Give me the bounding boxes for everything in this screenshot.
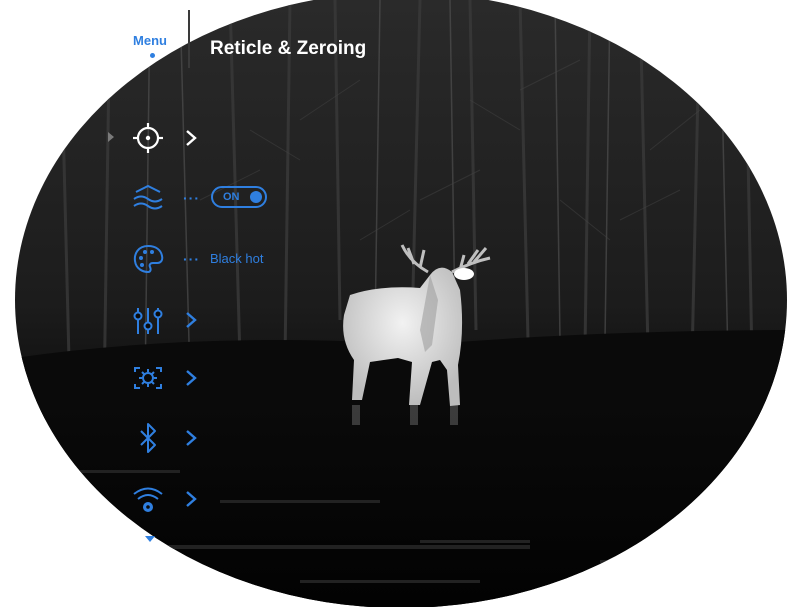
toggle-knob <box>250 191 262 203</box>
wifi-settings-icon <box>133 487 163 512</box>
image-smoothing-waves-icon <box>133 184 163 210</box>
chevron-right-icon <box>186 491 197 507</box>
palette-value: Black hot <box>210 251 264 266</box>
menu-item-bluetooth[interactable] <box>100 418 340 458</box>
chevron-right-icon <box>186 430 197 446</box>
more-dots: ··· <box>183 251 200 267</box>
menu-item-image-smoothing[interactable]: ··· ON <box>100 178 340 218</box>
menu-item-reticle[interactable] <box>100 118 340 158</box>
menu-page-indicator <box>127 50 173 60</box>
camera-gear-settings-icon <box>134 367 162 389</box>
selection-indicator <box>108 132 114 142</box>
menu-tab[interactable]: Menu <box>127 34 173 60</box>
scroll-down-indicator[interactable] <box>145 536 155 542</box>
menu-item-image-settings[interactable] <box>100 300 340 340</box>
menu-item-device-settings[interactable] <box>100 358 340 398</box>
page-title: Reticle & Zeroing <box>210 38 367 59</box>
page-dot-active <box>137 51 146 60</box>
page-dot <box>150 53 155 58</box>
menu-item-color-palette[interactable]: ··· Black hot <box>100 239 340 279</box>
header-divider <box>188 10 190 68</box>
reticle-crosshair-icon <box>133 123 163 153</box>
sliders-settings-icon <box>133 308 163 334</box>
menu-label: Menu <box>133 33 167 48</box>
menu-item-wifi[interactable] <box>100 479 340 519</box>
bluetooth-icon <box>140 423 156 453</box>
toggle-state-label: ON <box>223 191 240 203</box>
chevron-right-icon <box>186 370 197 386</box>
smoothing-toggle[interactable]: ON <box>211 186 267 208</box>
more-dots: ··· <box>183 190 200 206</box>
chevron-right-icon <box>186 312 197 328</box>
menu-overlay: Menu Reticle & Zeroing ··· ON ··· Black … <box>0 0 803 607</box>
chevron-right-icon <box>186 130 197 146</box>
color-palette-icon <box>133 244 164 274</box>
